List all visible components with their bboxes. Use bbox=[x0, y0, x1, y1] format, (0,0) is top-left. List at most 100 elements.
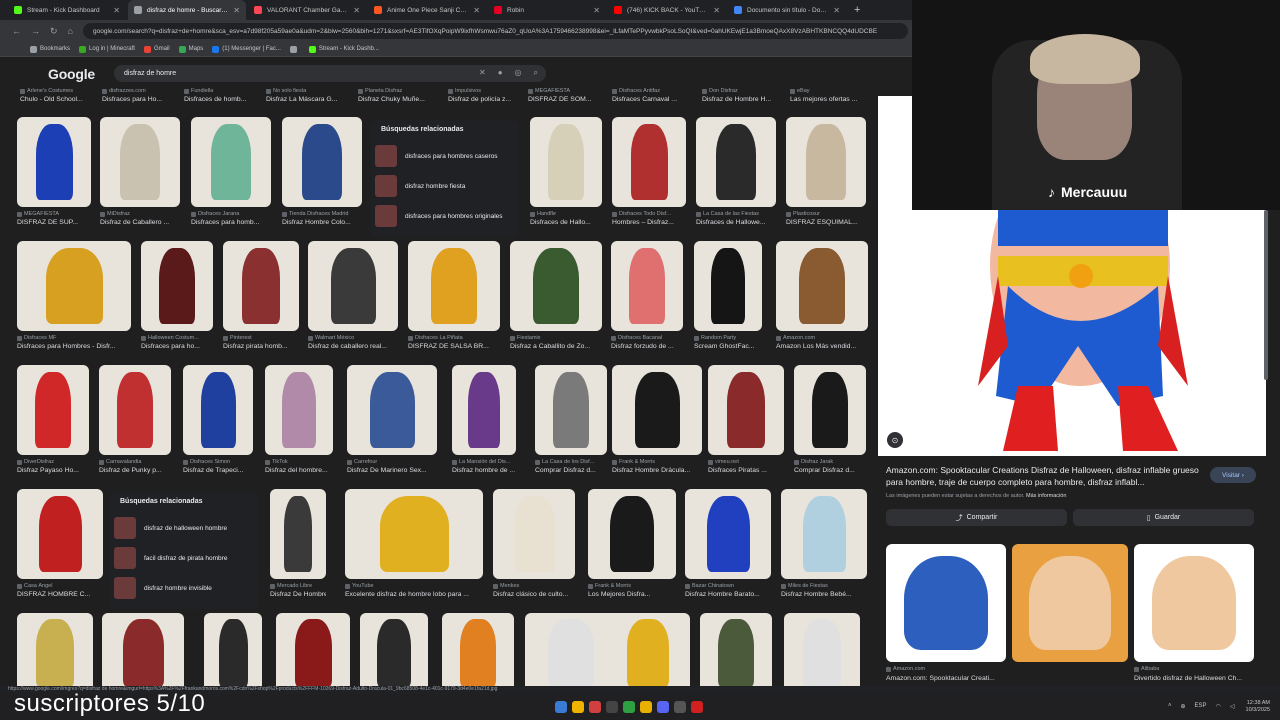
chrome-icon[interactable] bbox=[640, 701, 652, 713]
folder-icon[interactable] bbox=[572, 701, 584, 713]
image-result[interactable] bbox=[308, 241, 398, 331]
google-logo[interactable]: Google bbox=[48, 66, 95, 82]
more-info-link[interactable]: Más información bbox=[1026, 493, 1066, 499]
result-caption[interactable]: Disfraz del hombre... bbox=[265, 467, 333, 474]
image-result[interactable] bbox=[700, 613, 772, 686]
result-caption[interactable]: Disfraz forzudo de ... bbox=[611, 343, 683, 350]
image-result[interactable] bbox=[17, 489, 103, 579]
image-result[interactable] bbox=[588, 489, 676, 579]
result-caption[interactable]: Disfraz de policía z... bbox=[448, 96, 533, 103]
image-result[interactable] bbox=[606, 613, 690, 686]
image-result[interactable] bbox=[708, 365, 784, 455]
result-caption[interactable]: Disfraces Piratas ... bbox=[708, 467, 784, 474]
image-result[interactable] bbox=[784, 613, 860, 686]
image-result[interactable] bbox=[17, 365, 89, 455]
result-caption[interactable]: Disfraces de Hallo... bbox=[530, 219, 602, 226]
browser-tab[interactable]: VALORANT Chamber Game Co ✕ bbox=[248, 0, 366, 20]
close-icon[interactable]: ✕ bbox=[593, 6, 600, 15]
browser-tab[interactable]: (746) KICK BACK - YouTube ✕ bbox=[608, 0, 726, 20]
close-icon[interactable]: ✕ bbox=[113, 6, 120, 15]
bookmark-item[interactable]: Gmail bbox=[143, 45, 170, 53]
image-result[interactable] bbox=[612, 365, 702, 455]
mic-icon[interactable]: ● bbox=[498, 68, 503, 78]
result-caption[interactable]: Los Mejores Disfra... bbox=[588, 591, 676, 598]
result-caption[interactable]: Disfraces de homb... bbox=[184, 96, 269, 103]
result-caption[interactable]: Disfraces para Hombres - Disfr... bbox=[17, 343, 131, 350]
bookmark-item[interactable] bbox=[289, 45, 300, 53]
reload-icon[interactable]: ↻ bbox=[50, 26, 58, 37]
result-caption[interactable]: Disfraz Hombre Colo... bbox=[282, 219, 362, 226]
clock[interactable]: 12:38 AM 10/3/2025 bbox=[1246, 700, 1270, 714]
image-result[interactable] bbox=[17, 241, 131, 331]
image-result[interactable] bbox=[452, 365, 516, 455]
image-result[interactable] bbox=[696, 117, 776, 207]
home-icon[interactable]: ⌂ bbox=[68, 26, 73, 36]
result-caption[interactable]: Disfraz La Máscara G... bbox=[266, 96, 351, 103]
close-icon[interactable]: ✕ bbox=[233, 6, 240, 15]
image-result[interactable] bbox=[442, 613, 514, 686]
image-result[interactable] bbox=[685, 489, 771, 579]
image-result[interactable] bbox=[223, 241, 299, 331]
visit-button[interactable]: Visitar › bbox=[1210, 467, 1256, 483]
scrollbar[interactable] bbox=[1264, 210, 1268, 380]
network-icon[interactable]: ⊕ bbox=[1181, 703, 1186, 710]
image-result[interactable] bbox=[102, 613, 184, 686]
image-result[interactable] bbox=[204, 613, 262, 686]
result-caption[interactable]: Disfraz pirata homb... bbox=[223, 343, 299, 350]
steam-icon[interactable] bbox=[606, 701, 618, 713]
image-result[interactable] bbox=[347, 365, 437, 455]
bookmark-item[interactable]: Log in | Minecraft bbox=[79, 45, 135, 53]
result-caption[interactable]: Disfraces para Ho... bbox=[102, 96, 187, 103]
result-caption[interactable]: DISFRAZ DE SUP... bbox=[17, 219, 91, 226]
close-icon[interactable]: ✕ bbox=[833, 6, 840, 15]
image-result[interactable] bbox=[270, 489, 326, 579]
volume-icon[interactable]: ◁ bbox=[1230, 703, 1235, 710]
close-icon[interactable]: ✕ bbox=[713, 6, 720, 15]
bookmark-item[interactable]: Bookmarks bbox=[30, 45, 70, 53]
chevron-up-icon[interactable]: ˄ bbox=[1168, 703, 1172, 710]
thumb-caption[interactable]: Divertido disfraz de Halloween Ch... bbox=[1134, 675, 1254, 682]
image-result[interactable] bbox=[612, 117, 686, 207]
result-caption[interactable]: Disfraz Hombre Bebé... bbox=[781, 591, 867, 598]
result-caption[interactable]: DISFRAZ DE SOM... bbox=[528, 96, 613, 103]
image-result[interactable] bbox=[360, 613, 428, 686]
result-caption[interactable]: Disfraz Hombre Drácula... bbox=[612, 467, 702, 474]
image-result[interactable] bbox=[141, 241, 213, 331]
related-search-item[interactable]: disfraces para hombres caseros bbox=[375, 141, 515, 171]
image-result[interactable] bbox=[408, 241, 500, 331]
result-caption[interactable]: Disfraz De Marinero Sex... bbox=[347, 467, 437, 474]
image-result[interactable] bbox=[99, 365, 171, 455]
result-caption[interactable]: Disfraces Carnaval ... bbox=[612, 96, 697, 103]
result-caption[interactable]: Hombres – Disfraz... bbox=[612, 219, 686, 226]
bookmark-item[interactable]: (1) Messenger | Fac... bbox=[212, 45, 281, 53]
close-icon[interactable]: ✕ bbox=[353, 6, 360, 15]
image-result[interactable] bbox=[786, 117, 866, 207]
result-caption[interactable]: Disfraz de Punky p... bbox=[99, 467, 171, 474]
related-search-item[interactable]: facil disfraz de pirata hombre bbox=[114, 543, 254, 573]
share-button[interactable]: ⤴ Compartir bbox=[886, 509, 1067, 526]
forward-icon[interactable]: → bbox=[31, 26, 40, 36]
new-tab-icon[interactable]: + bbox=[848, 4, 866, 16]
browser-tab[interactable]: Robin ✕ bbox=[488, 0, 606, 20]
result-caption[interactable]: Disfraz Chuky Muñe... bbox=[358, 96, 443, 103]
result-caption[interactable]: Disfraz De Hombre... bbox=[270, 591, 326, 598]
browser-tab[interactable]: Documento sin título - Docum ✕ bbox=[728, 0, 846, 20]
image-result[interactable] bbox=[100, 117, 180, 207]
image-result[interactable] bbox=[611, 241, 683, 331]
image-result[interactable] bbox=[265, 365, 333, 455]
url-field[interactable]: google.com/search?q=disfraz+de+homre&sca… bbox=[82, 23, 908, 39]
result-caption[interactable]: Comprar Disfraz d... bbox=[535, 467, 607, 474]
image-result[interactable] bbox=[17, 117, 91, 207]
app-icon[interactable] bbox=[691, 701, 703, 713]
result-caption[interactable]: Disfraces de Hallowe... bbox=[696, 219, 776, 226]
clear-icon[interactable]: ✕ bbox=[479, 68, 486, 78]
spotify-icon[interactable] bbox=[623, 701, 635, 713]
lens-icon[interactable]: ◎ bbox=[515, 68, 522, 78]
related-search-item[interactable]: disfraz hombre invisible bbox=[114, 573, 254, 603]
image-result[interactable] bbox=[276, 613, 350, 686]
browser-tab[interactable]: Anime One Piece Sanji Cosplay ✕ bbox=[368, 0, 486, 20]
save-button[interactable]: ▯ Guardar bbox=[1073, 509, 1254, 526]
result-caption[interactable]: Scream GhostFac... bbox=[694, 343, 762, 350]
result-caption[interactable]: Disfraz hombre de ... bbox=[452, 467, 516, 474]
discord-icon[interactable] bbox=[657, 701, 669, 713]
